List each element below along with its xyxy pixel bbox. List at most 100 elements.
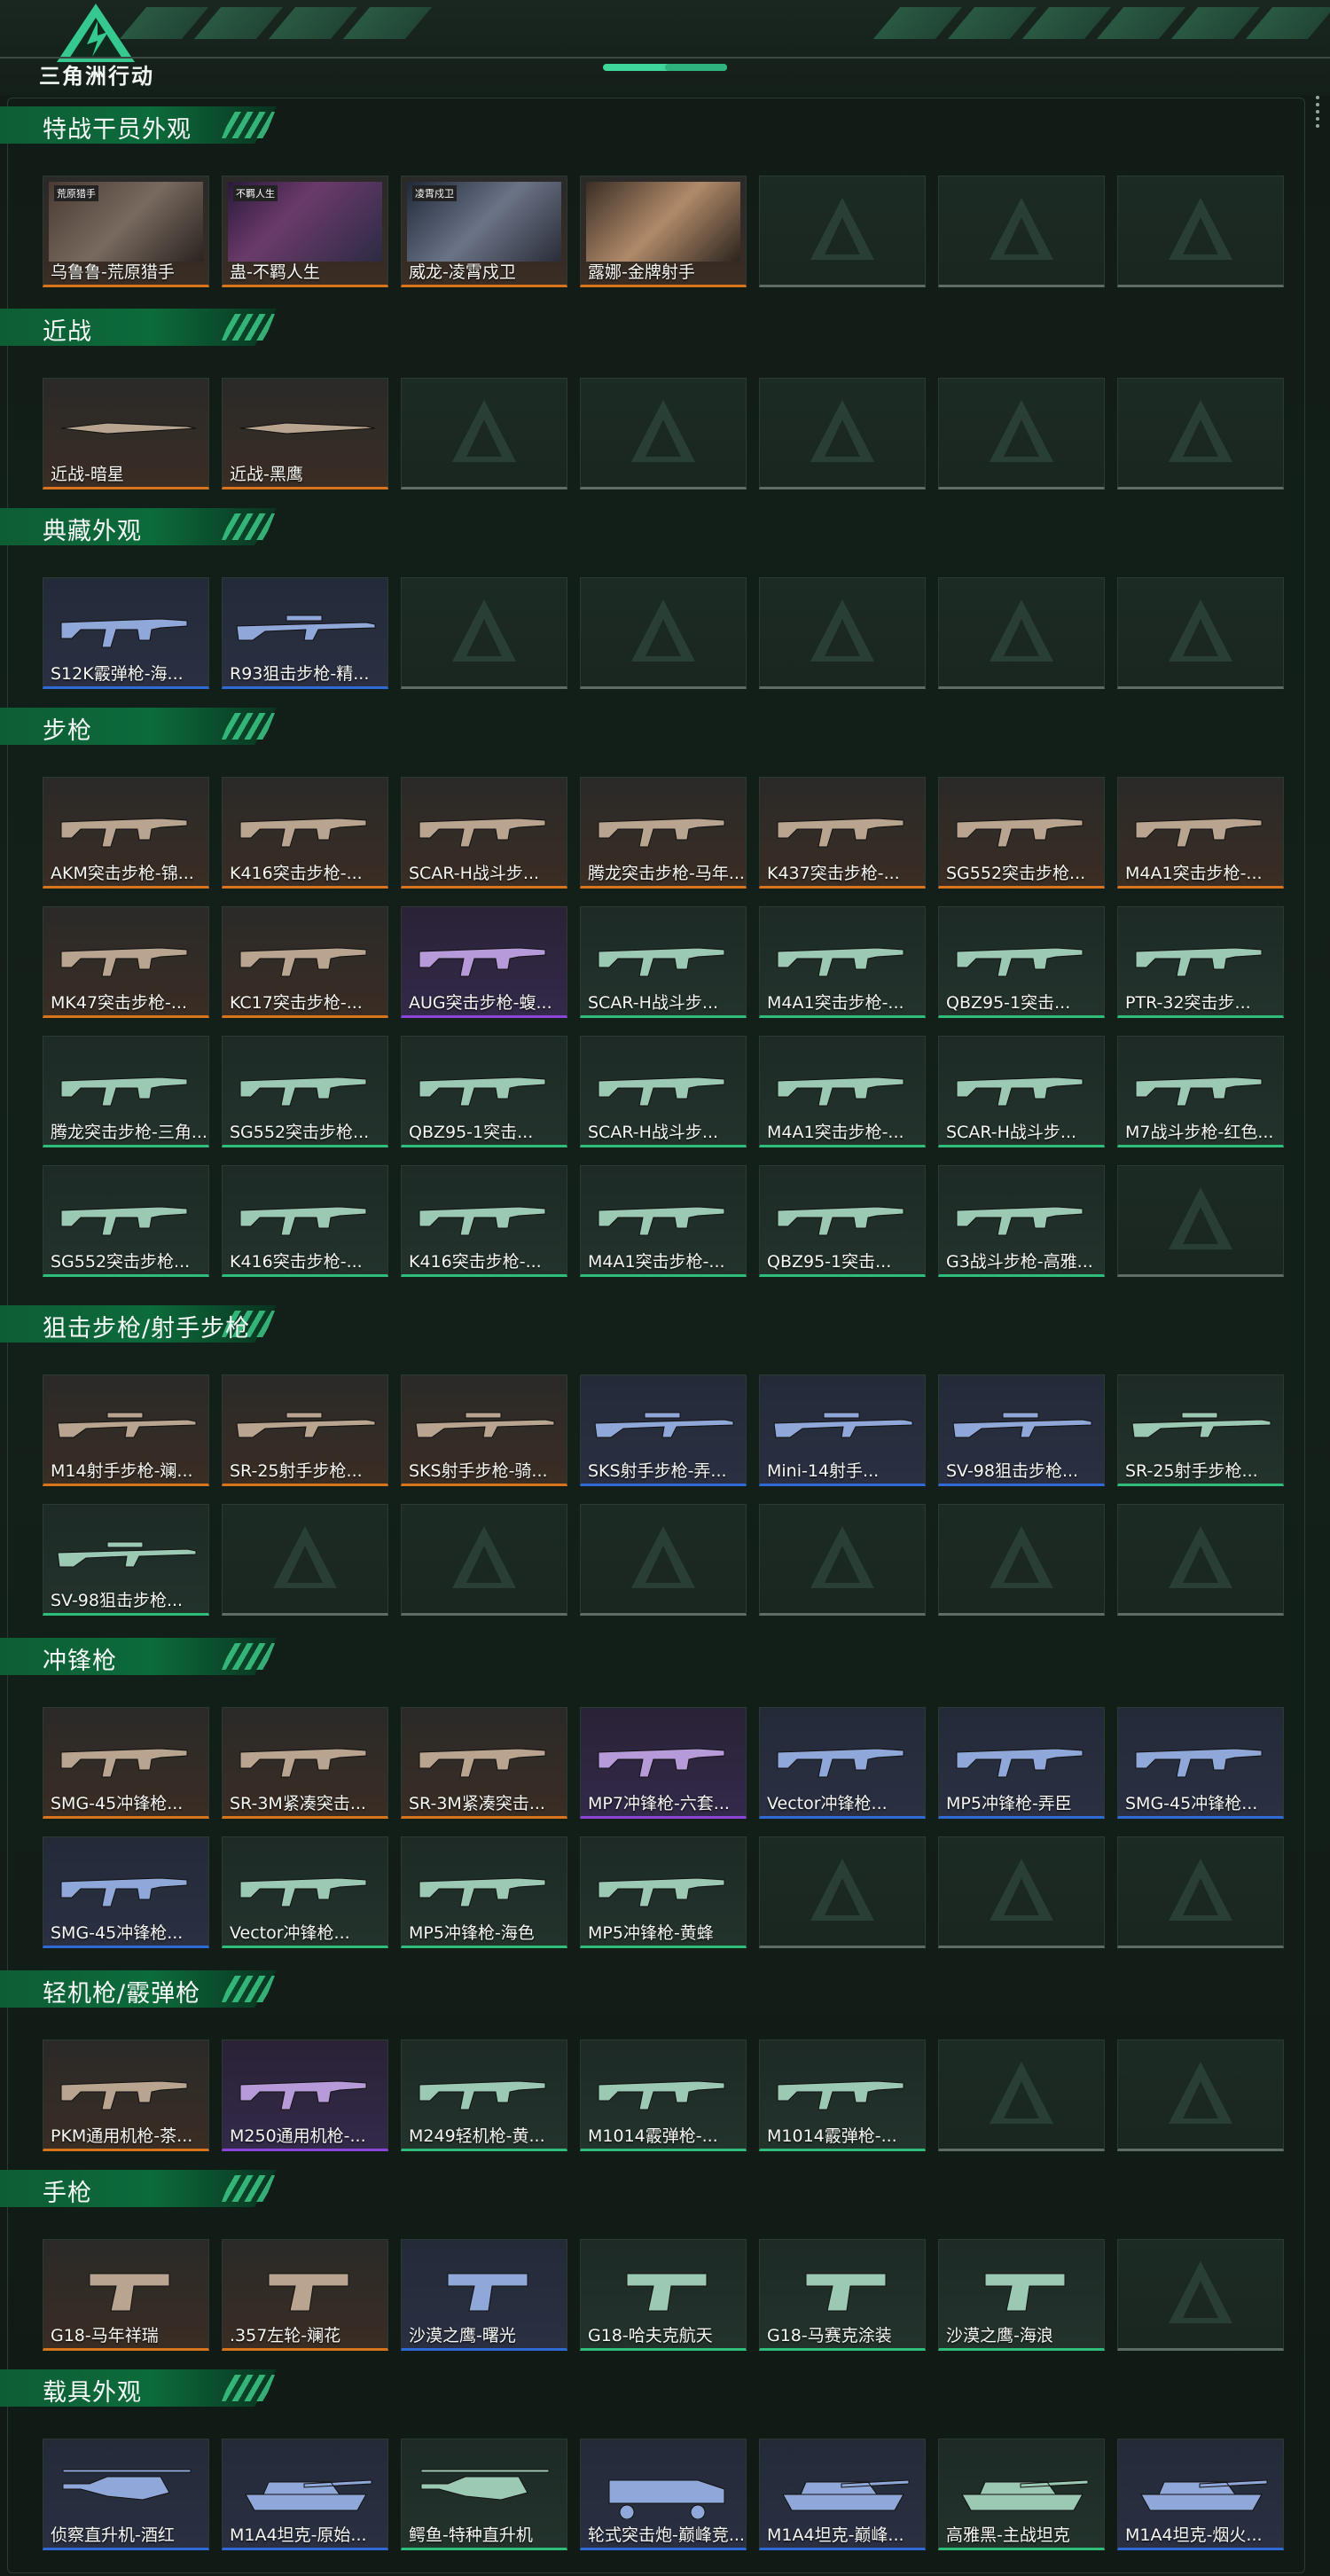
empty-slot [1117, 1165, 1284, 1277]
item-card[interactable]: 凌霄戍卫 威龙-凌霄戍卫 [401, 176, 567, 287]
item-card[interactable]: SCAR-H战斗步... [580, 1036, 747, 1147]
item-card[interactable]: SR-25射手步枪... [222, 1374, 388, 1486]
item-card[interactable]: MP5冲锋枪-弄臣 [938, 1707, 1105, 1819]
item-card[interactable]: 侦察直升机-酒红 [43, 2439, 209, 2550]
item-card[interactable]: G18-马年祥瑞 [43, 2239, 209, 2351]
item-card[interactable]: 沙漠之鹰-海浪 [938, 2239, 1105, 2351]
item-name: PTR-32突击步... [1125, 993, 1251, 1013]
placeholder-logo-icon [452, 1526, 516, 1588]
item-card[interactable]: 高雅黑-主战坦克 [938, 2439, 1105, 2550]
item-name: SMG-45冲锋枪... [1125, 1794, 1258, 1813]
item-card[interactable]: SKS射手步枪-弄... [580, 1374, 747, 1486]
item-card[interactable]: 鳄鱼-特种直升机 [401, 2439, 567, 2550]
placeholder-logo-icon [1169, 1526, 1232, 1588]
item-card[interactable]: 轮式突击炮-巅峰竞... [580, 2439, 747, 2550]
item-card[interactable]: QBZ95-1突击... [401, 1036, 567, 1147]
item-card[interactable]: 腾龙突击步枪-三角... [43, 1036, 209, 1147]
item-name: SV-98狙击步枪... [51, 1591, 184, 1610]
item-card[interactable]: G18-哈夫克航天 [580, 2239, 747, 2351]
gun-icon [239, 1077, 367, 1107]
item-card[interactable]: PTR-32突击步... [1117, 906, 1284, 1018]
item-card[interactable]: M249轻机枪-黄... [401, 2040, 567, 2151]
header-tab-indicator-2[interactable] [665, 64, 727, 71]
item-name: G3战斗步枪-高雅... [946, 1252, 1093, 1272]
item-card[interactable]: M1014霰弹枪-... [759, 2040, 926, 2151]
item-card[interactable]: PKM通用机枪-茶... [43, 2040, 209, 2151]
gun-icon [419, 947, 546, 977]
item-card[interactable]: 露娜-金牌射手 [580, 176, 747, 287]
item-card[interactable]: Vector冲锋枪... [222, 1836, 388, 1948]
item-card[interactable]: M1A4坦克-巅峰... [759, 2439, 926, 2550]
item-card[interactable]: KC17突击步枪-... [222, 906, 388, 1018]
item-card[interactable]: QBZ95-1突击... [759, 1165, 926, 1277]
item-card[interactable]: K416突击步枪-... [222, 777, 388, 889]
item-card[interactable]: 荒原猎手 乌鲁鲁-荒原猎手 [43, 176, 209, 287]
item-name: M4A1突击步枪-... [1125, 864, 1263, 883]
item-card[interactable]: Vector冲锋枪... [759, 1707, 926, 1819]
item-card[interactable]: M14射手步枪-斓... [43, 1374, 209, 1486]
item-card[interactable]: G18-马赛克涂装 [759, 2239, 926, 2351]
item-card[interactable]: M1014霰弹枪-... [580, 2040, 747, 2151]
item-card[interactable]: SMG-45冲锋枪... [43, 1836, 209, 1948]
item-card[interactable]: G3战斗步枪-高雅... [938, 1165, 1105, 1277]
item-card[interactable]: S12K霰弹枪-海... [43, 577, 209, 689]
item-card[interactable]: M7战斗步枪-红色... [1117, 1036, 1284, 1147]
smg-icon [598, 1748, 725, 1778]
item-card[interactable]: MP5冲锋枪-海色 [401, 1836, 567, 1948]
item-name: MK47突击步枪-... [51, 993, 188, 1013]
gun-icon [60, 618, 188, 648]
empty-slot [759, 577, 926, 689]
item-card[interactable]: K416突击步枪-... [222, 1165, 388, 1277]
gun-icon [598, 1206, 725, 1236]
item-card[interactable]: SV-98狙击步枪... [938, 1374, 1105, 1486]
item-card[interactable]: Mini-14射手... [759, 1374, 926, 1486]
placeholder-logo-icon [1169, 1859, 1232, 1921]
item-card[interactable]: SMG-45冲锋枪... [43, 1707, 209, 1819]
item-card[interactable]: SR-3M紧凑突击... [222, 1707, 388, 1819]
section-4: 狙击步枪/射手步枪 M14射手步枪-斓... SR-25射手步枪... SKS射手步枪… [0, 1304, 1330, 1616]
item-card[interactable]: M250通用机枪-... [222, 2040, 388, 2151]
item-name: G18-哈夫克航天 [588, 2326, 713, 2345]
item-name: 侦察直升机-酒红 [51, 2525, 175, 2545]
item-card[interactable]: K437突击步枪-... [759, 777, 926, 889]
item-card[interactable]: 腾龙突击步枪-马年... [580, 777, 747, 889]
item-card[interactable]: M4A1突击步枪-... [759, 1036, 926, 1147]
item-card[interactable]: K416突击步枪-... [401, 1165, 567, 1277]
item-card[interactable]: M4A1突击步枪-... [580, 1165, 747, 1277]
item-card[interactable]: M4A1突击步枪-... [1117, 777, 1284, 889]
item-card[interactable]: MP5冲锋枪-黄蜂 [580, 1836, 747, 1948]
item-card[interactable]: M4A1突击步枪-... [759, 906, 926, 1018]
item-card[interactable]: .357左轮-斓花 [222, 2239, 388, 2351]
item-card[interactable]: 近战-黑鹰 [222, 378, 388, 489]
item-card[interactable]: SG552突击步枪... [43, 1165, 209, 1277]
item-card[interactable]: SCAR-H战斗步... [938, 1036, 1105, 1147]
operator-portrait: 凌霄戍卫 [407, 182, 561, 262]
item-card[interactable]: MK47突击步枪-... [43, 906, 209, 1018]
item-card[interactable]: SKS射手步枪-骑... [401, 1374, 567, 1486]
section-6: 轻机枪/霰弹枪 PKM通用机枪-茶... M250通用机枪-... M249轻机枪-黄… [0, 1969, 1330, 2151]
section-title: 典藏外观 [43, 518, 142, 545]
item-name: 乌鲁鲁-荒原猎手 [51, 262, 175, 282]
section-0: 特战干员外观 荒原猎手 乌鲁鲁-荒原猎手 不羁人生 蛊-不羁人生 凌霄戍卫 威龙-凌霄戍卫露… [0, 105, 1330, 287]
item-card[interactable]: R93狙击步枪-精... [222, 577, 388, 689]
item-card[interactable]: SR-25射手步枪... [1117, 1374, 1284, 1486]
item-card[interactable]: AKM突击步枪-锦... [43, 777, 209, 889]
item-card[interactable]: SV-98狙击步枪... [43, 1504, 209, 1616]
item-card[interactable]: M1A4坦克-烟火... [1117, 2439, 1284, 2550]
item-card[interactable]: MP7冲锋枪-六套... [580, 1707, 747, 1819]
item-card[interactable]: QBZ95-1突击... [938, 906, 1105, 1018]
item-card[interactable]: SG552突击步枪... [938, 777, 1105, 889]
item-card[interactable]: 近战-暗星 [43, 378, 209, 489]
sniper-icon [952, 1412, 1092, 1438]
section-title: 冲锋枪 [43, 1648, 117, 1675]
item-card[interactable]: 沙漠之鹰-曙光 [401, 2239, 567, 2351]
item-card[interactable]: SCAR-H战斗步... [580, 906, 747, 1018]
item-card[interactable]: SG552突击步枪... [222, 1036, 388, 1147]
item-name: K416突击步枪-... [230, 1252, 363, 1272]
item-card[interactable]: SCAR-H战斗步... [401, 777, 567, 889]
item-card[interactable]: AUG突击步枪-蝮... [401, 906, 567, 1018]
item-card[interactable]: SR-3M紧凑突击... [401, 1707, 567, 1819]
item-card[interactable]: SMG-45冲锋枪... [1117, 1707, 1284, 1819]
item-card[interactable]: M1A4坦克-原始... [222, 2439, 388, 2550]
item-card[interactable]: 不羁人生 蛊-不羁人生 [222, 176, 388, 287]
